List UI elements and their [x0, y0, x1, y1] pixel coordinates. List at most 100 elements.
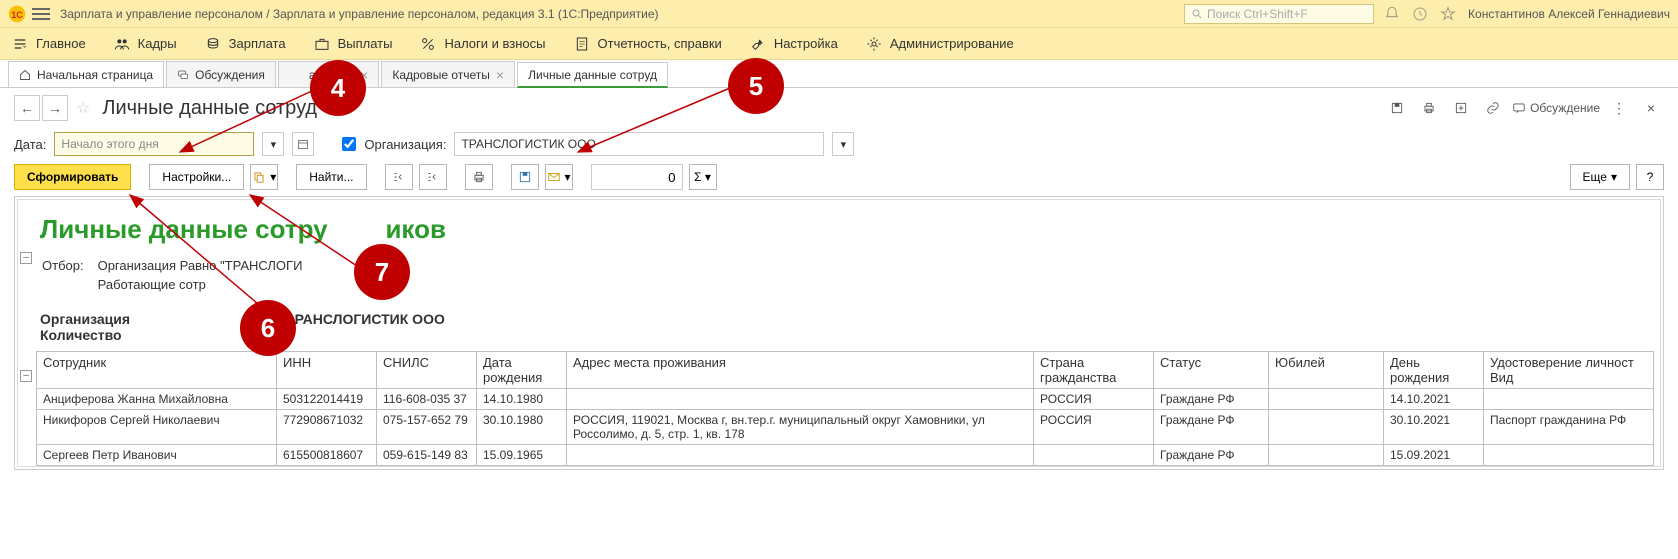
col-jubilee: Юбилей: [1269, 352, 1384, 389]
filter-info: Отбор: Организация Равно "ТРАНСЛОГИxxxxx…: [40, 255, 403, 295]
table-cell: 30.10.2021: [1384, 410, 1484, 445]
nav-label: Кадры: [138, 36, 177, 51]
chat-icon: [1512, 101, 1526, 115]
settings-button[interactable]: Настройки...: [149, 164, 244, 190]
link-icon[interactable]: [1480, 95, 1506, 121]
calendar-button[interactable]: [292, 132, 314, 156]
close-icon[interactable]: ×: [496, 67, 504, 83]
tab-home[interactable]: Начальная страница: [8, 61, 164, 87]
tab-label: Обсуждения: [195, 68, 265, 82]
tab-discussions[interactable]: Обсуждения: [166, 61, 276, 87]
table-cell: 772908671032: [277, 410, 377, 445]
nav-forward-button[interactable]: →: [42, 95, 68, 121]
table-row[interactable]: Никифоров Сергей Николаевич7729086710320…: [37, 410, 1654, 445]
collapse-handle[interactable]: –: [20, 370, 32, 382]
table-cell: Анциферова Жанна Михайловна: [37, 389, 277, 410]
tab-kadr-reports[interactable]: Кадровые отчеты×: [381, 61, 515, 87]
nav-zarplata[interactable]: Зарплата: [205, 36, 286, 52]
history-icon[interactable]: [1412, 6, 1428, 22]
help-button[interactable]: ?: [1636, 164, 1664, 190]
table-row[interactable]: Анциферова Жанна Михайловна5031220144191…: [37, 389, 1654, 410]
more-label: Еще: [1583, 170, 1607, 184]
star-icon[interactable]: [1440, 6, 1456, 22]
org-value: ТРАНСЛОГИСТИК ООО: [461, 137, 595, 151]
page-title: Личные данные сотруд: [102, 97, 317, 120]
col-employee: Сотрудник: [37, 352, 277, 389]
org-dropdown-button[interactable]: ▾: [832, 132, 854, 156]
annotation-bubble-4: 4: [310, 60, 366, 116]
nav-label: Настройка: [774, 36, 838, 51]
col-snils: СНИЛС: [377, 352, 477, 389]
wrench-icon: [750, 36, 766, 52]
table-cell: [1484, 445, 1654, 466]
favorite-star-icon[interactable]: ☆: [76, 98, 90, 118]
table-cell: Граждане РФ: [1154, 389, 1269, 410]
tab-label: Начальная страница: [37, 68, 153, 82]
print-icon[interactable]: [1416, 95, 1442, 121]
print-button[interactable]: [465, 164, 493, 190]
expand-all-button[interactable]: [385, 164, 413, 190]
nav-label: Отчетность, справки: [598, 36, 722, 51]
date-label: Дата:: [14, 137, 46, 152]
find-button[interactable]: Найти...: [296, 164, 366, 190]
table-cell: РОССИЯ, 119021, Москва г, вн.тер.г. муни…: [567, 410, 1034, 445]
nav-settings[interactable]: Настройка: [750, 36, 838, 52]
generate-button[interactable]: Сформировать: [14, 164, 131, 190]
bell-icon[interactable]: [1384, 6, 1400, 22]
nav-kadry[interactable]: Кадры: [114, 36, 177, 52]
logo-1c-icon: 1C: [8, 5, 26, 23]
table-header-row: Сотрудник ИНН СНИЛС Дата рождения Адрес …: [37, 352, 1654, 389]
org-checkbox[interactable]: [342, 137, 356, 151]
more-button[interactable]: Еще ▾: [1570, 164, 1630, 190]
date-input[interactable]: Начало этого дня: [54, 132, 254, 156]
more-menu-icon[interactable]: ⋮: [1606, 95, 1632, 121]
sigma-button[interactable]: Σ ▾: [689, 164, 717, 190]
discussion-button[interactable]: Обсуждение: [1512, 101, 1600, 115]
nav-otchet[interactable]: Отчетность, справки: [574, 36, 722, 52]
close-page-icon[interactable]: ×: [1638, 95, 1664, 121]
export-icon[interactable]: [1448, 95, 1474, 121]
col-bday: День рождения: [1384, 352, 1484, 389]
table-cell: 15.09.2021: [1384, 445, 1484, 466]
global-search-input[interactable]: Поиск Ctrl+Shift+F: [1184, 4, 1374, 24]
date-dropdown-button[interactable]: ▾: [262, 132, 284, 156]
save-disk-button[interactable]: [511, 164, 539, 190]
coins-icon: [205, 36, 221, 52]
username-label[interactable]: Константинов Алексей Геннадиевич: [1468, 7, 1670, 21]
org-input[interactable]: ТРАНСЛОГИСТИК ООО: [454, 132, 824, 156]
disk-icon: [518, 170, 532, 184]
people-icon: [114, 36, 130, 52]
collapse-handle[interactable]: –: [20, 252, 32, 264]
filter-row: Дата: Начало этого дня ▾ Организация: ТР…: [0, 128, 1678, 160]
collapse-all-button[interactable]: [419, 164, 447, 190]
nav-vyplaty[interactable]: Выплаты: [314, 36, 393, 52]
employee-table: Сотрудник ИНН СНИЛС Дата рождения Адрес …: [36, 351, 1654, 466]
variants-button[interactable]: ▾: [250, 164, 278, 190]
table-cell: [1034, 445, 1154, 466]
nav-label: Администрирование: [890, 36, 1014, 51]
nav-admin[interactable]: Администрирование: [866, 36, 1014, 52]
mail-icon: [547, 170, 561, 184]
table-cell: 615500818607: [277, 445, 377, 466]
percent-icon: [420, 36, 436, 52]
main-navigation: Главное Кадры Зарплата Выплаты Налоги и …: [0, 28, 1678, 60]
main-menu-icon[interactable]: [32, 5, 50, 23]
sum-input[interactable]: [592, 170, 682, 185]
table-cell: 059-615-149 83: [377, 445, 477, 466]
save-icon[interactable]: [1384, 95, 1410, 121]
col-country: Страна гражданства: [1034, 352, 1154, 389]
titlebar: 1C Зарплата и управление персоналом / За…: [0, 0, 1678, 28]
table-cell: [1269, 445, 1384, 466]
table-row[interactable]: Сергеев Петр Иванович615500818607059-615…: [37, 445, 1654, 466]
nav-nalogi[interactable]: Налоги и взносы: [420, 36, 545, 52]
action-row: Сформировать Настройки... ▾ Найти... ▾ Σ…: [0, 160, 1678, 194]
nav-back-button[interactable]: ←: [14, 95, 40, 121]
tab-personal-data[interactable]: Личные данные сотруд: [517, 62, 668, 88]
col-status: Статус: [1154, 352, 1269, 389]
home-icon: [19, 69, 31, 81]
nav-label: Выплаты: [338, 36, 393, 51]
table-cell: 116-608-035 37: [377, 389, 477, 410]
email-button[interactable]: ▾: [545, 164, 573, 190]
table-cell: 14.10.2021: [1384, 389, 1484, 410]
nav-main[interactable]: Главное: [12, 36, 86, 52]
